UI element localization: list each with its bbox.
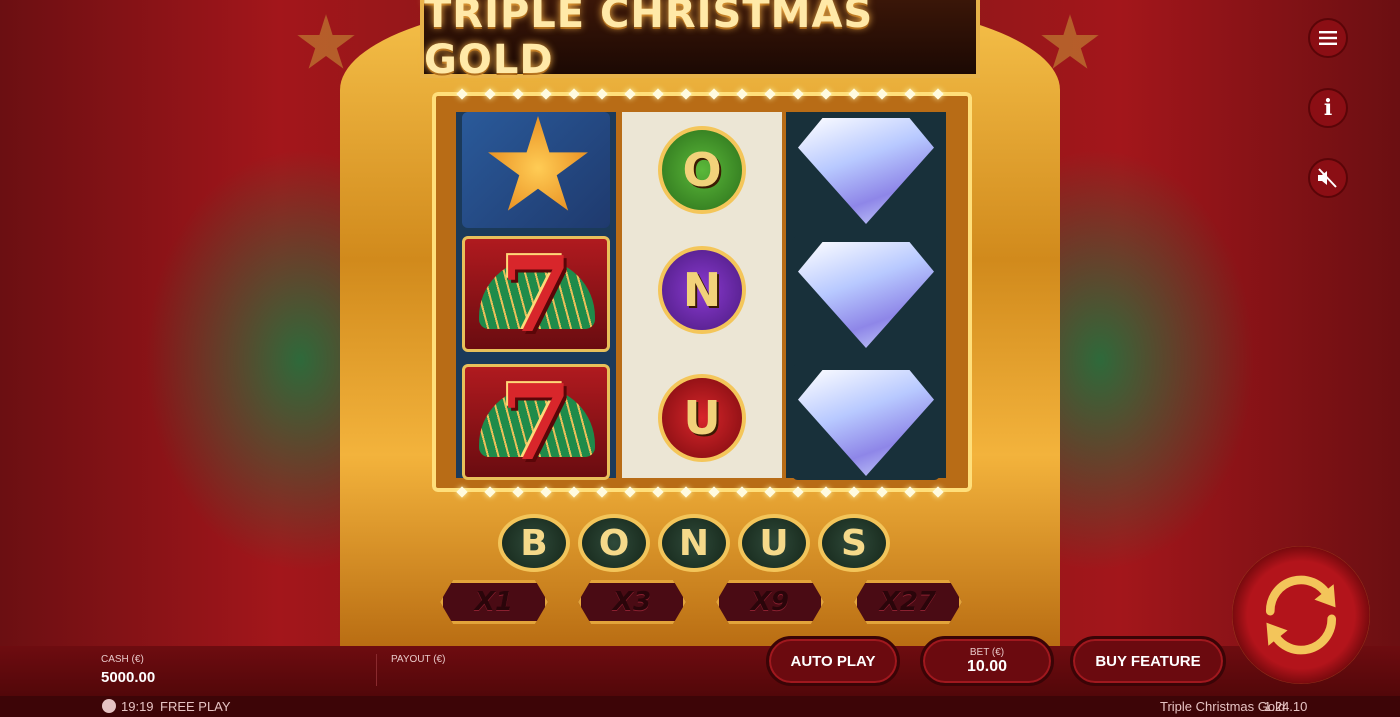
star-icon [488,116,588,211]
multiplier-row: X1 X3 X9 X27 [440,580,962,624]
bonus-letter: B [498,514,570,572]
cash-label: CASH (€) [101,654,144,665]
marquee-lights-bottom [456,486,944,498]
payout-label: PAYOUT (€) [391,654,446,665]
multiplier-x9: X9 [716,580,824,624]
bet-value: 10.00 [966,657,1008,675]
status-bar: 19:19 FREE PLAY Triple Christmas Gold 1.… [0,696,1400,717]
diamond-icon [798,118,934,224]
clock: 19:19 [121,699,154,714]
reel-symbol-star [462,112,610,228]
reel-symbol-diamond [792,236,940,352]
diamond-icon [798,242,934,348]
buy-feature-button[interactable]: BUY FEATURE [1070,636,1226,686]
reel-symbol-letter-o: O [658,126,746,214]
reel-symbol-seven: 7 [462,364,610,480]
reel-3 [786,112,946,480]
spin-arrows-icon [1265,575,1337,655]
info-icon: i [1323,95,1333,121]
reel-symbol-letter-n: N [658,246,746,334]
buy-feature-label: BUY FEATURE [1095,652,1201,670]
menu-button[interactable] [1308,18,1348,58]
sound-toggle-button[interactable] [1308,158,1348,198]
multiplier-x3: X3 [578,580,686,624]
diamond-icon [798,370,934,476]
hamburger-icon [1319,31,1337,45]
bonus-letter-row: B O N U S [498,514,890,572]
auto-play-label: AUTO PLAY [790,652,876,670]
reel-symbol-diamond [792,112,940,228]
play-mode: FREE PLAY [160,699,231,714]
divider [376,654,377,686]
bonus-letter: O [578,514,650,572]
reel-symbol-letter-u: U [658,374,746,462]
game-version: 1.24.10 [1264,699,1308,714]
auto-play-button[interactable]: AUTO PLAY [766,636,900,686]
cash-value: 5000.00 [101,669,156,686]
bonus-letter: U [738,514,810,572]
info-button[interactable]: i [1308,88,1348,128]
reel-1: 7 7 [456,112,616,480]
sound-muted-icon [1318,168,1337,188]
multiplier-x1: X1 [440,580,548,624]
bonus-letter: S [818,514,890,572]
bet-label: BET (€) [969,646,1005,658]
reel-2: O N U [622,112,782,478]
bet-selector-button[interactable]: BET (€) 10.00 [920,636,1054,686]
bonus-letter: N [658,514,730,572]
marquee-lights-top [456,88,944,100]
multiplier-x27: X27 [854,580,962,624]
brand-logo-icon [102,699,116,713]
game-title-banner: TRIPLE CHRISTMAS GOLD [420,0,980,83]
reel-symbol-diamond [792,364,940,480]
spin-button[interactable] [1232,546,1370,684]
game-title: TRIPLE CHRISTMAS GOLD [424,0,874,83]
reel-symbol-seven: 7 [462,236,610,352]
